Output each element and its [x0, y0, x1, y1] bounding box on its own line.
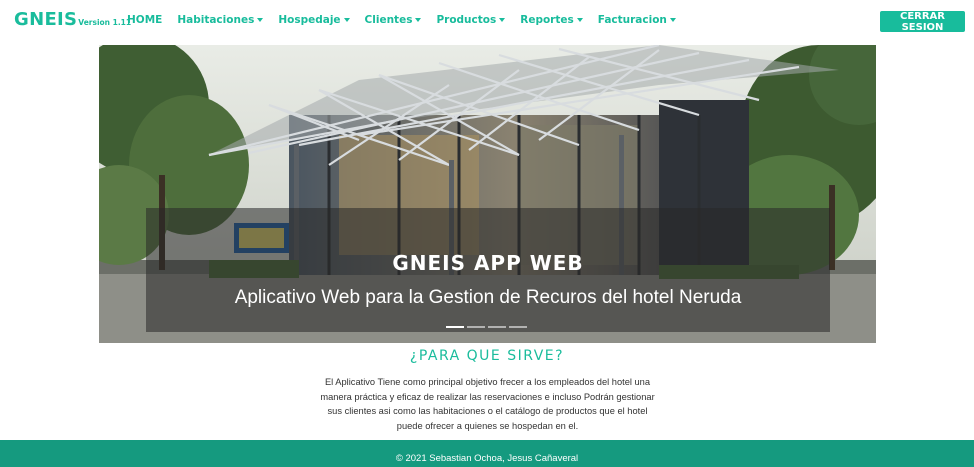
nav-item-facturacion[interactable]: Facturacion — [598, 14, 676, 26]
hero-carousel[interactable]: GNEIS APP WEB Aplicativo Web para la Ges… — [99, 45, 876, 343]
nav-menu: HOME Habitaciones Hospedaje Clientes Pro… — [127, 14, 691, 26]
caret-down-icon — [499, 18, 506, 22]
nav-item-productos[interactable]: Productos — [436, 14, 506, 26]
carousel-indicator[interactable] — [509, 326, 527, 328]
carousel-indicator[interactable] — [446, 326, 464, 328]
navbar: GNEIS Version 1.11 HOME Habitaciones Hos… — [0, 0, 974, 44]
caret-down-icon — [669, 18, 676, 22]
description-text: El Aplicativo Tiene como principal objet… — [320, 377, 655, 431]
nav-item-habitaciones[interactable]: Habitaciones — [177, 14, 264, 26]
brand-name: GNEIS — [14, 9, 78, 30]
nav-item-reportes[interactable]: Reportes — [520, 14, 583, 26]
caret-down-icon — [576, 18, 583, 22]
carousel-subtitle: Aplicativo Web para la Gestion de Recuro… — [234, 287, 742, 308]
nav-item-label: HOME — [127, 14, 163, 26]
logout-button[interactable]: CERRAR SESION — [880, 11, 965, 33]
nav-item-home[interactable]: HOME — [127, 14, 162, 26]
brand-version: Version 1.11 — [78, 18, 132, 27]
carousel-caption: GNEIS APP WEB Aplicativo Web para la Ges… — [146, 208, 830, 332]
nav-item-clientes[interactable]: Clientes — [365, 14, 422, 26]
nav-item-label: Productos — [436, 14, 497, 26]
caret-down-icon — [415, 18, 422, 22]
nav-item-label: Hospedaje — [278, 14, 341, 26]
nav-item-label: Clientes — [364, 14, 413, 26]
nav-item-label: Habitaciones — [177, 14, 255, 26]
copyright-text: © 2021 Sebastian Ochoa, Jesus Cañaveral — [395, 453, 579, 464]
carousel-indicator[interactable] — [488, 326, 506, 328]
carousel-indicators — [446, 326, 530, 328]
nav-item-label: Reportes — [520, 14, 574, 26]
caret-down-icon — [343, 18, 350, 22]
caret-down-icon — [257, 18, 264, 22]
section-heading: ¿PARA QUE SIRVE? — [409, 348, 565, 364]
footer: © 2021 Sebastian Ochoa, Jesus Cañaveral — [0, 440, 974, 467]
brand-logo[interactable]: GNEIS Version 1.11 — [14, 9, 131, 30]
nav-item-hospedaje[interactable]: Hospedaje — [278, 14, 350, 26]
carousel-title: GNEIS APP WEB — [392, 251, 584, 275]
nav-item-label: Facturacion — [597, 14, 667, 26]
carousel-indicator[interactable] — [467, 326, 485, 328]
